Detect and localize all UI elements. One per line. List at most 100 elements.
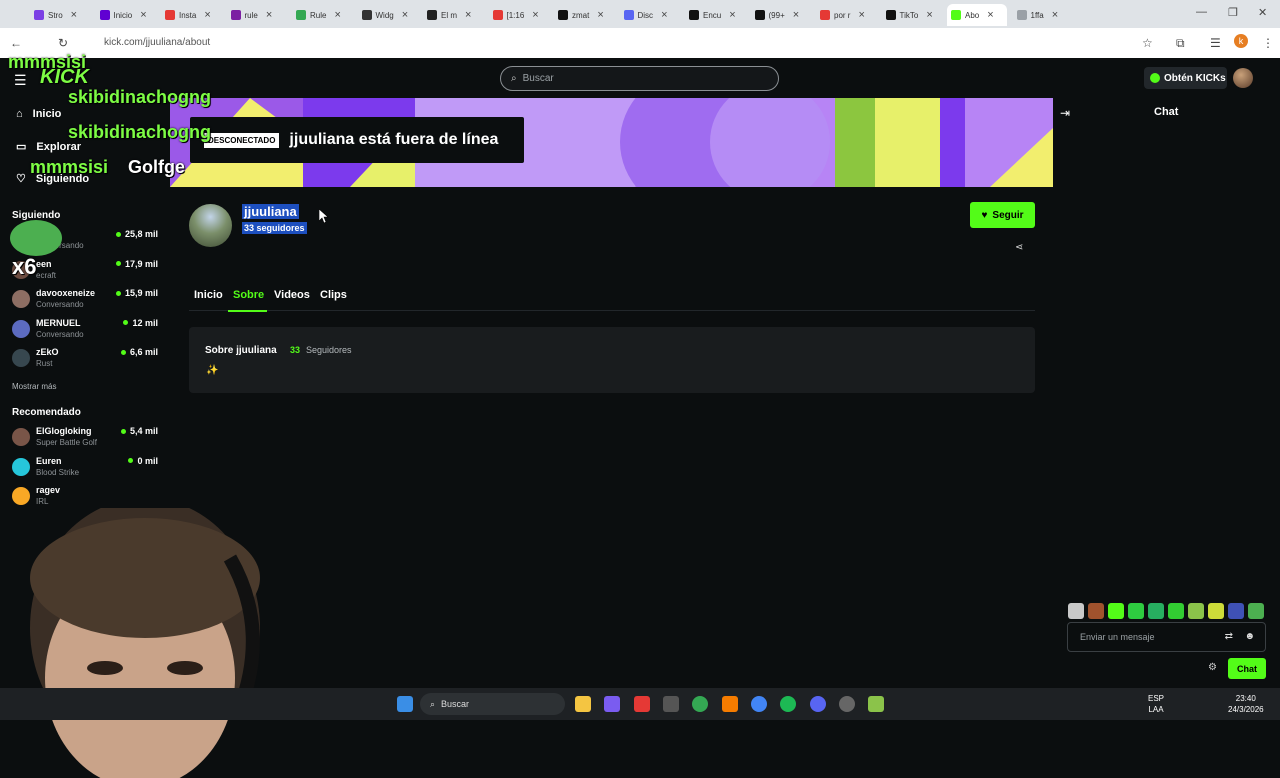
windows-start-icon[interactable] [397,696,413,712]
sidebar-channel[interactable]: zEkO Rust 6,6 mil [12,346,162,374]
browser-tab[interactable]: Encu × [685,4,745,26]
follow-button[interactable]: ♥ Seguir [970,202,1035,228]
close-tab-icon[interactable]: × [402,9,408,21]
emote-icon[interactable] [1088,603,1104,619]
app-icon[interactable] [868,696,884,712]
tab-videos[interactable]: Videos [274,289,310,301]
search-input[interactable]: ⌕ Buscar [500,66,779,91]
close-tab-icon[interactable]: × [71,9,77,21]
sidebar-channel[interactable]: davooxeneize Conversando 15,9 mil [12,287,162,315]
browser-tab[interactable]: Abo × [947,4,1007,26]
collapse-chat-icon[interactable]: ⇥ [1060,106,1070,120]
channel-avatar[interactable] [189,204,232,247]
hamburger-menu-icon[interactable]: ☰ [14,72,27,89]
wps-icon[interactable] [634,696,650,712]
tab-sobre[interactable]: Sobre [233,289,264,301]
system-clock[interactable]: 23:40 24/3/2026 [1228,693,1264,715]
emote-icon[interactable] [1188,603,1204,619]
browser-tab[interactable]: (99+ × [751,4,811,26]
browser-tab[interactable]: rule × [227,4,287,26]
tab-favicon-icon [34,10,44,20]
gear-icon[interactable]: ⚙ [1208,662,1217,673]
browser-tab[interactable]: Disc × [620,4,680,26]
sidebar-channel[interactable]: ElGlogloking Super Battle Golf 5,4 mil [12,425,162,453]
sidebar-item-inicio[interactable]: ⌂ Inicio [16,108,61,120]
browser-tab[interactable]: 1ffa × [1013,4,1073,26]
store-icon[interactable] [663,696,679,712]
close-tab-icon[interactable]: × [858,9,864,21]
file-explorer-icon[interactable] [575,696,591,712]
browser-tab[interactable]: Inicio × [96,4,156,26]
channel-name: davooxeneize [36,288,96,298]
close-tab-icon[interactable]: × [661,9,667,21]
get-kicks-button[interactable]: Obtén KICKs [1144,67,1227,89]
emote-icon[interactable] [1148,603,1164,619]
share-icon[interactable]: ⋖ [1015,242,1023,253]
close-tab-icon[interactable]: × [140,9,146,21]
emote-icon[interactable] [1208,603,1224,619]
browser-tab[interactable]: El m × [423,4,483,26]
url-input[interactable]: kick.com/jjuuliana/about [104,37,210,48]
close-tab-icon[interactable]: × [1052,9,1058,21]
language-indicator[interactable]: ESP LAA [1148,693,1164,715]
app-icon[interactable] [722,696,738,712]
minimize-icon[interactable]: — [1196,6,1207,18]
reload-icon[interactable]: ↻ [58,36,68,50]
app-icon[interactable] [604,696,620,712]
browser-tab[interactable]: Insta × [161,4,221,26]
emote-icon[interactable] [1108,603,1124,619]
close-tab-icon[interactable]: × [729,9,735,21]
translate-icon[interactable]: ⇄ [1225,631,1233,642]
browser-tab[interactable]: TikTo × [882,4,942,26]
profile-avatar[interactable]: k [1234,34,1248,48]
close-window-icon[interactable]: ✕ [1258,6,1267,19]
steam-icon[interactable] [839,696,855,712]
close-tab-icon[interactable]: × [532,9,538,21]
show-more-link[interactable]: Mostrar más [12,382,56,391]
close-tab-icon[interactable]: × [926,9,932,21]
user-avatar[interactable] [1233,68,1253,88]
extensions-icon[interactable]: ⧉ [1176,36,1185,51]
browser-tab[interactable]: Widg × [358,4,418,26]
bookmark-star-icon[interactable]: ☆ [1142,36,1153,50]
back-icon[interactable]: ← [10,36,22,50]
emote-icon[interactable] [1068,603,1084,619]
emote-icon[interactable] [1128,603,1144,619]
sidebar-channel[interactable]: MERNUEL Conversando 12 mil [12,317,162,345]
emote-icon[interactable] [1228,603,1244,619]
browser-tab[interactable]: zmat × [554,4,614,26]
discord-icon[interactable] [810,696,826,712]
browser-tab[interactable]: Stro × [30,4,90,26]
browser-tab[interactable]: [1:16 × [489,4,549,26]
maximize-icon[interactable]: ❐ [1228,6,1238,19]
close-tab-icon[interactable]: × [334,9,340,21]
close-tab-icon[interactable]: × [204,9,210,21]
channel-name[interactable]: jjuuliana [242,204,299,219]
close-tab-icon[interactable]: × [987,9,993,21]
close-tab-icon[interactable]: × [597,9,603,21]
tab-clips[interactable]: Clips [320,289,347,301]
browser-tab-label: rule [244,10,258,20]
close-tab-icon[interactable]: × [465,9,471,21]
close-tab-icon[interactable]: × [266,9,272,21]
browser-tab[interactable]: Rule × [292,4,352,26]
chrome-icon[interactable] [692,696,708,712]
chrome-active-icon[interactable] [751,696,767,712]
emoji-icon[interactable]: ☻ [1244,631,1255,642]
tab-inicio[interactable]: Inicio [194,289,223,301]
reading-list-icon[interactable]: ☰ [1210,36,1221,50]
live-dot-icon [115,290,121,296]
browser-tab[interactable]: por r × [816,4,876,26]
emote-icon[interactable] [1168,603,1184,619]
taskbar-search[interactable]: ⌕ Buscar [420,693,565,715]
spotify-icon[interactable] [780,696,796,712]
send-chat-button[interactable]: Chat [1228,658,1266,679]
menu-dots-icon[interactable]: ⋮ [1262,36,1274,50]
emote-icon[interactable] [1248,603,1264,619]
close-tab-icon[interactable]: × [793,9,799,21]
kick-app: ☰ ⌕ Buscar Obtén KICKs ⌂ Inicio ▭ Explor… [0,52,1280,778]
sidebar-channel[interactable]: Euren Blood Strike 0 mil [12,455,162,483]
viewer-count: 17,9 mil [115,259,158,269]
viewer-count: 6,6 mil [120,347,158,357]
chat-message-input[interactable]: Enviar un mensaje ⇄ ☻ [1067,622,1266,652]
